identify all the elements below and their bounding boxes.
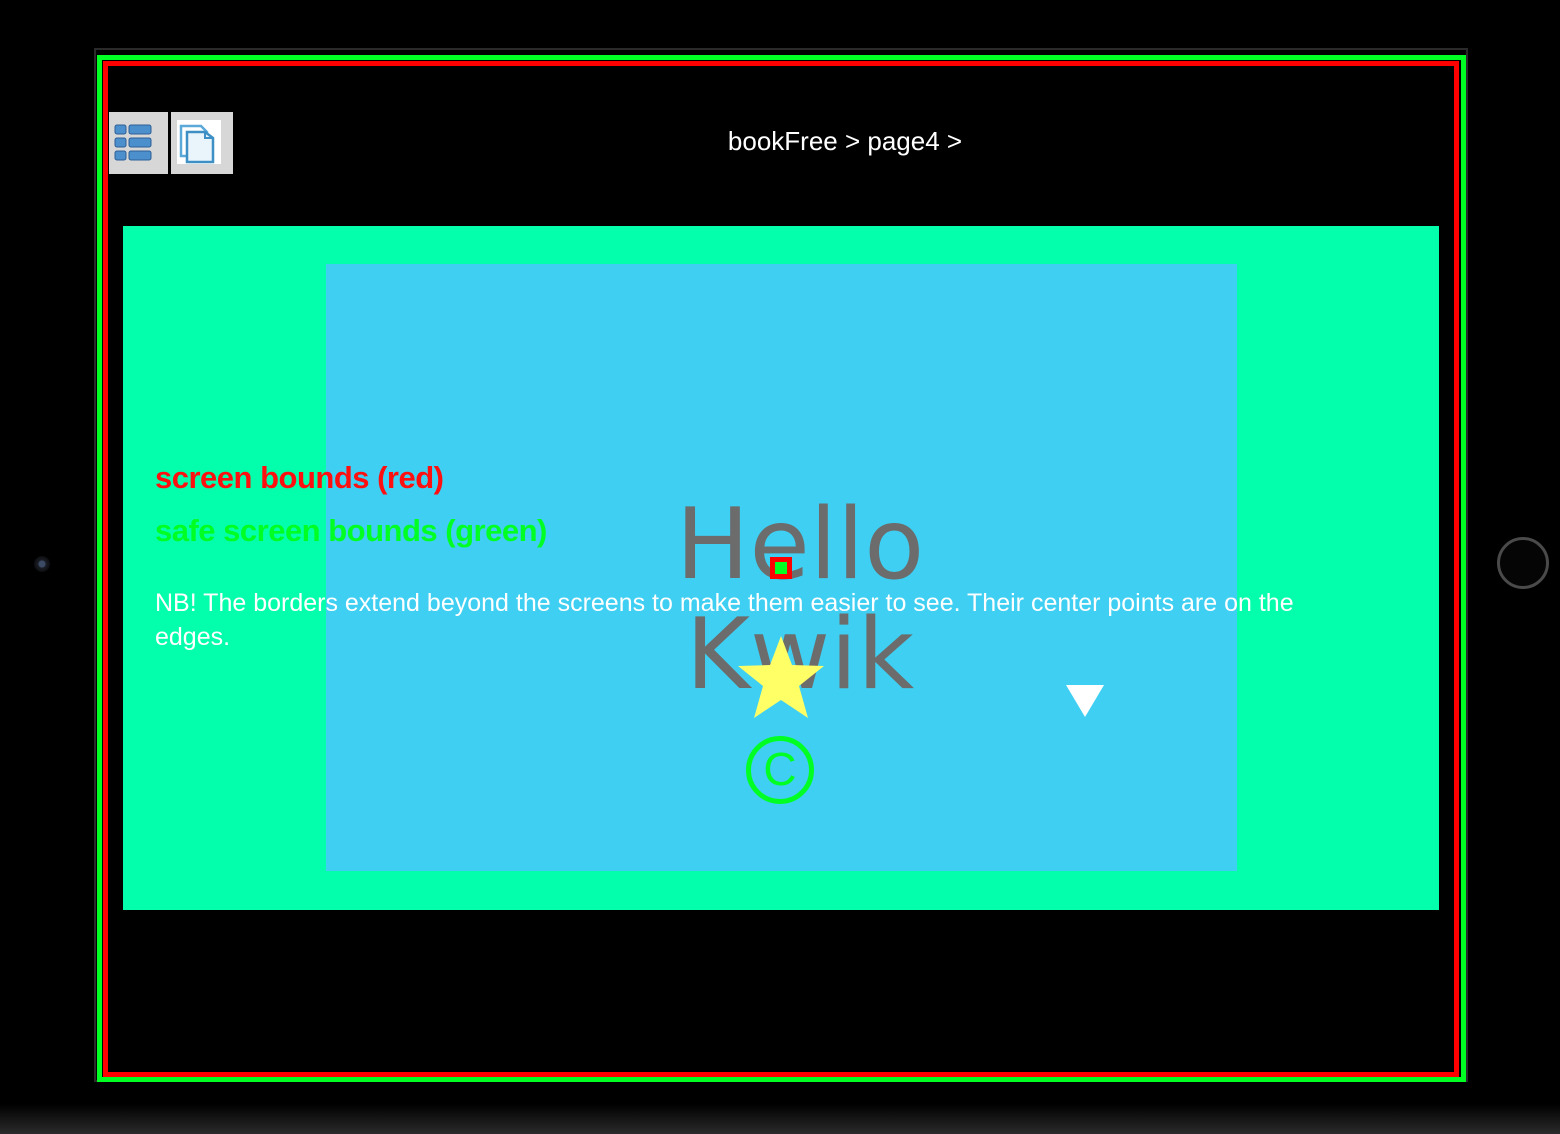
tablet-device: bookFree > page4 > Hello Kwik screen bou… (0, 0, 1560, 1134)
camera-icon (34, 556, 50, 572)
home-button[interactable] (1497, 537, 1549, 589)
screen-bounds (103, 61, 1459, 1077)
device-bezel (0, 1104, 1560, 1134)
